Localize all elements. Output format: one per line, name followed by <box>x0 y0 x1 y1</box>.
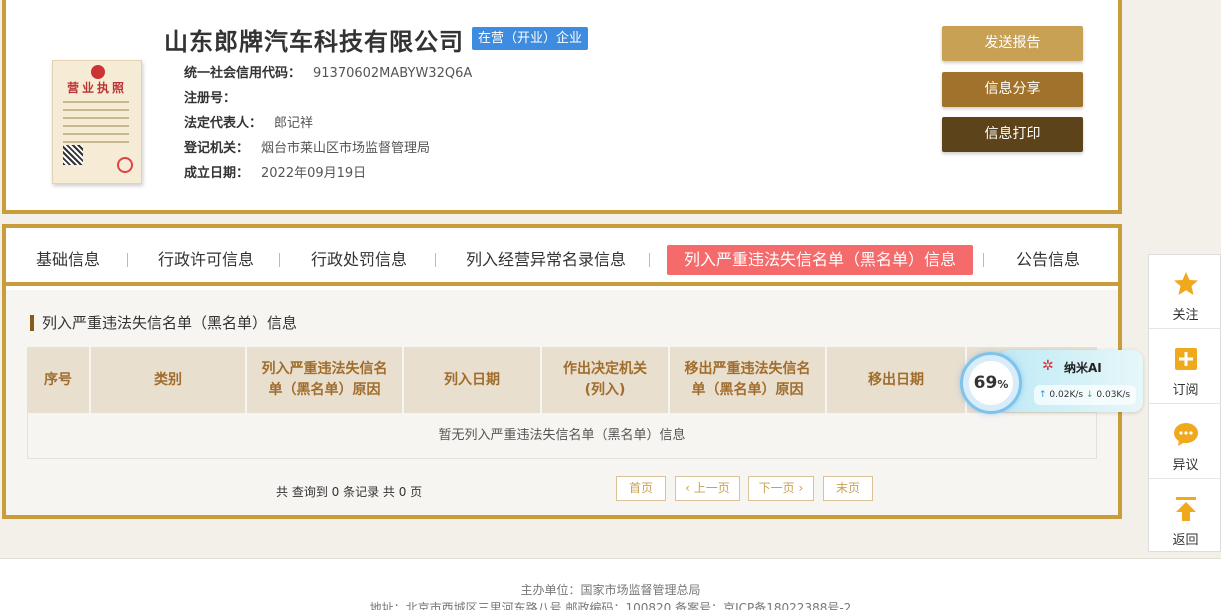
tab-announcements[interactable]: 公告信息 <box>1008 245 1088 275</box>
subscribe-label: 订阅 <box>1172 383 1199 398</box>
arrow-up-icon <box>1176 497 1196 521</box>
prev-page-button[interactable]: ‹ 上一页 <box>675 476 740 501</box>
tab-admin-penalty[interactable]: 行政处罚信息 <box>305 245 413 275</box>
status-badge: 在营（开业）企业 <box>472 27 589 50</box>
col-category: 类别 <box>91 347 247 413</box>
download-arrow-icon: ↓ <box>1085 390 1094 400</box>
usage-percent-sign: % <box>997 378 1009 391</box>
tab-basic-info[interactable]: 基础信息 <box>26 245 110 275</box>
tab-separator <box>127 253 128 267</box>
chat-bubble-icon <box>1174 423 1198 446</box>
credit-code-value: 91370602MABYW32Q6A <box>313 66 473 81</box>
download-speed: 0.03K/s <box>1096 390 1131 400</box>
print-info-button[interactable]: 信息打印 <box>942 117 1083 152</box>
registration-authority-row: 登记机关： 烟台市莱山区市场监督管理局 <box>184 137 430 156</box>
ai-widget-name: 纳米AI <box>1064 361 1102 375</box>
send-report-button[interactable]: 发送报告 <box>942 26 1083 61</box>
credit-code-row: 统一社会信用代码： 91370602MABYW32Q6A <box>184 62 472 81</box>
registration-number-label: 注册号： <box>184 91 237 106</box>
tab-admin-license[interactable]: 行政许可信息 <box>152 245 260 275</box>
tab-separator <box>983 253 984 267</box>
legal-representative-value: 郎记祥 <box>274 116 314 131</box>
business-license-image[interactable]: 营业执照 <box>52 60 142 184</box>
established-date-label: 成立日期： <box>184 166 250 181</box>
objection-label: 异议 <box>1172 458 1199 473</box>
col-index: 序号 <box>27 347 91 413</box>
nano-ai-widget[interactable]: 69% ✲ 纳米AI ↑ 0.02K/s ↓ 0.03K/s <box>960 350 1143 414</box>
back-label: 返回 <box>1172 533 1199 548</box>
col-deciding-authority: 作出决定机关(列入) <box>542 347 670 413</box>
footer: 主办单位：国家市场监督管理总局 地址：北京市西城区三里河东路八号 邮政编码：10… <box>0 559 1221 610</box>
nano-ai-logo-icon: ✲ <box>1042 358 1054 374</box>
license-text-lines <box>63 101 129 149</box>
company-card: 营业执照 山东郎牌汽车科技有限公司 在营（开业）企业 统一社会信用代码： 9137… <box>2 0 1122 214</box>
legal-representative-row: 法定代表人： 郎记祥 <box>184 112 313 131</box>
blacklist-section: 列入严重违法失信名单（黑名单）信息 序号 类别 列入严重违法失信名单（黑名单）原… <box>6 290 1118 515</box>
subscribe-plus-icon <box>1175 348 1197 370</box>
registration-authority-value: 烟台市莱山区市场监督管理局 <box>261 141 431 156</box>
objection-button[interactable]: 异议 <box>1149 405 1221 479</box>
record-count: 共 查询到 0 条记录 共 0 页 <box>276 485 423 499</box>
legal-representative-label: 法定代表人： <box>184 116 263 131</box>
follow-button[interactable]: 关注 <box>1149 255 1221 329</box>
next-page-button[interactable]: 下一页 › <box>748 476 814 501</box>
memory-usage-gauge[interactable]: 69% <box>960 352 1022 414</box>
usage-percent: 69 <box>973 373 998 393</box>
established-date-row: 成立日期： 2022年09月19日 <box>184 162 366 181</box>
registration-authority-label: 登记机关： <box>184 141 250 156</box>
license-title: 营业执照 <box>66 81 127 95</box>
follow-label: 关注 <box>1172 308 1199 323</box>
footer-address: 地址：北京市西城区三里河东路八号 邮政编码：100820 备案号：京ICP备18… <box>369 601 852 610</box>
star-icon <box>1174 272 1198 295</box>
footer-organizer: 主办单位：国家市场监督管理总局 <box>520 583 701 597</box>
chevron-right-icon: › <box>794 481 804 495</box>
main-panel: 基础信息 行政许可信息 行政处罚信息 列入经营异常名录信息 列入严重违法失信名单… <box>2 224 1122 519</box>
last-page-button[interactable]: 末页 <box>823 476 873 501</box>
company-name: 山东郎牌汽车科技有限公司 <box>164 28 464 56</box>
credit-code-label: 统一社会信用代码： <box>184 66 302 81</box>
next-page-label: 下一页 <box>758 481 795 495</box>
prev-page-label: 上一页 <box>693 481 730 495</box>
qr-code-icon <box>63 145 83 165</box>
upload-speed: 0.02K/s <box>1049 390 1084 400</box>
table-header: 序号 类别 列入严重违法失信名单（黑名单）原因 列入日期 作出决定机关(列入) … <box>27 347 1097 413</box>
subscribe-button[interactable]: 订阅 <box>1149 330 1221 404</box>
tab-separator <box>279 253 280 267</box>
tab-separator <box>435 253 436 267</box>
tab-separator <box>649 253 650 267</box>
blacklist-table: 序号 类别 列入严重违法失信名单（黑名单）原因 列入日期 作出决定机关(列入) … <box>27 347 1097 459</box>
info-tabs: 基础信息 行政许可信息 行政处罚信息 列入经营异常名录信息 列入严重违法失信名单… <box>6 228 1118 286</box>
share-info-button[interactable]: 信息分享 <box>942 72 1083 107</box>
network-speeds: ↑ 0.02K/s ↓ 0.03K/s <box>1034 385 1136 405</box>
table-empty-message: 暂无列入严重违法失信名单（黑名单）信息 <box>27 413 1097 459</box>
tab-abnormal-list[interactable]: 列入经营异常名录信息 <box>462 245 630 275</box>
floating-sidebar: 关注 订阅 异议 返回 <box>1148 254 1221 552</box>
first-page-button[interactable]: 首页 <box>616 476 666 501</box>
seal-icon <box>117 157 133 173</box>
national-emblem-icon <box>91 65 105 79</box>
chevron-left-icon: ‹ <box>685 481 694 495</box>
established-date-value: 2022年09月19日 <box>261 166 367 181</box>
registration-number-row: 注册号： <box>184 87 248 106</box>
col-removal-reason: 移出严重违法失信名单（黑名单）原因 <box>670 347 827 413</box>
col-listing-reason: 列入严重违法失信名单（黑名单）原因 <box>247 347 404 413</box>
tab-blacklist[interactable]: 列入严重违法失信名单（黑名单）信息 <box>667 245 973 275</box>
col-listing-date: 列入日期 <box>404 347 542 413</box>
upload-arrow-icon: ↑ <box>1039 390 1047 400</box>
col-removal-date: 移出日期 <box>827 347 967 413</box>
back-to-top-button[interactable]: 返回 <box>1149 480 1221 554</box>
section-title: 列入严重违法失信名单（黑名单）信息 <box>30 315 297 331</box>
